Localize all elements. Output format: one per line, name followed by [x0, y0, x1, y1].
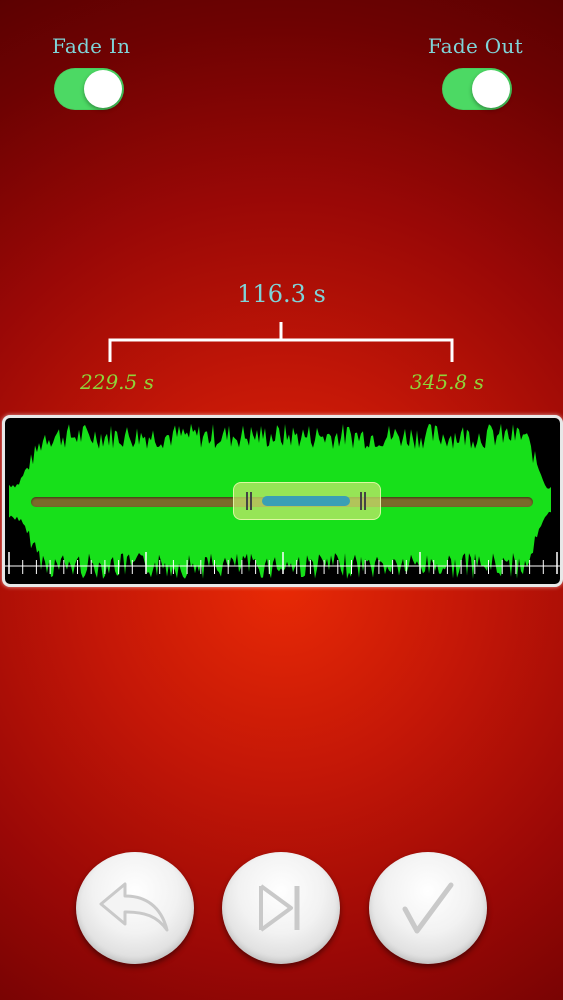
switch-knob: [84, 70, 122, 108]
play-button[interactable]: [222, 852, 340, 964]
selection-range[interactable]: [233, 482, 381, 520]
selection-start-handle[interactable]: [246, 492, 252, 510]
switch-knob: [472, 70, 510, 108]
fade-out-switch[interactable]: [442, 68, 512, 110]
selection-bar: [262, 496, 350, 506]
checkmark-icon: [402, 882, 454, 934]
fade-out-label: Fade Out: [427, 34, 523, 58]
back-arrow-icon: [99, 882, 169, 932]
confirm-button[interactable]: [369, 852, 487, 964]
selection-end-time: 345.8 s: [410, 370, 484, 394]
back-button[interactable]: [76, 852, 194, 964]
selection-end-handle[interactable]: [360, 492, 366, 510]
fade-in-label: Fade In: [52, 34, 131, 58]
waveform-panel[interactable]: [2, 415, 563, 587]
selection-start-time: 229.5 s: [80, 370, 154, 394]
selection-bracket: [108, 322, 454, 362]
fade-in-switch[interactable]: [54, 68, 124, 110]
play-next-icon: [259, 884, 300, 932]
selection-duration: 116.3 s: [237, 280, 326, 308]
